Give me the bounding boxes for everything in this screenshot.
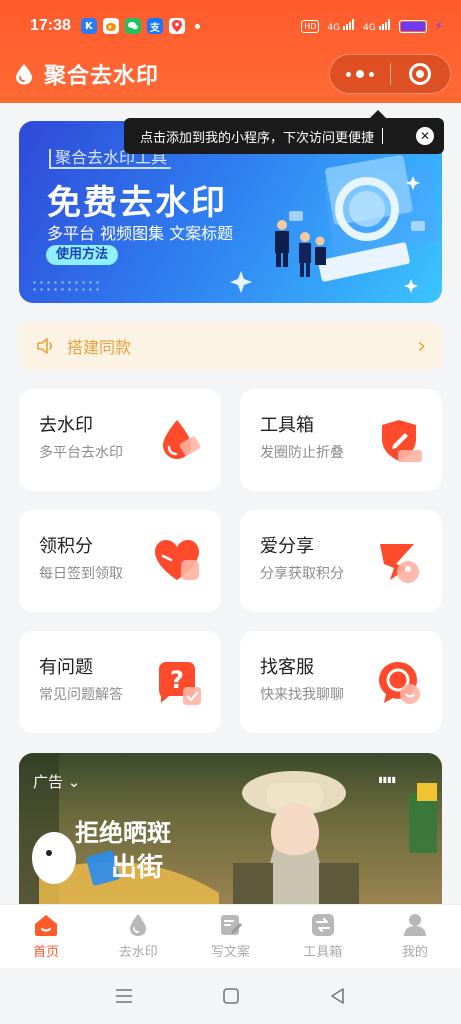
banner-description: 多平台 视频图集 文案标题 — [47, 224, 234, 243]
tab-remove-watermark[interactable]: 去水印 — [92, 905, 184, 968]
card-subtitle: 每日签到领取 — [39, 566, 123, 582]
app-bar: 聚合去水印 — [12, 52, 451, 96]
recents-button[interactable] — [115, 988, 133, 1004]
banner-headline: 免费去水印 — [47, 183, 227, 223]
watermark-drop-icon — [163, 420, 201, 459]
more-dots-icon — [345, 70, 374, 78]
alipay-icon: 支 — [146, 18, 163, 34]
speaker-icon — [37, 338, 52, 354]
card-remove-watermark[interactable]: 去水印 多平台去水印 — [19, 389, 221, 491]
ad-brand-logo: ▮▮▮▮ — [378, 775, 396, 784]
home-button[interactable] — [222, 987, 240, 1005]
card-love-share[interactable]: 爱分享 分享获取积分 — [240, 510, 442, 612]
card-title: 爱分享 — [260, 536, 314, 557]
card-faq[interactable]: 有问题 常见问题解答 ? — [19, 631, 221, 733]
profile-icon — [403, 914, 426, 936]
edit-icon — [220, 915, 242, 935]
card-get-points[interactable]: 领积分 每日签到领取 — [19, 510, 221, 612]
signal-4g-2: 4G — [363, 19, 391, 33]
card-subtitle: 多平台去水印 — [39, 445, 123, 461]
question-icon: ? — [159, 662, 201, 705]
tab-label: 写文案 — [211, 945, 251, 960]
drop-icon — [130, 914, 147, 936]
logo-drop-icon — [16, 64, 32, 85]
app-title: 聚合去水印 — [44, 64, 160, 89]
k-app-icon: K — [80, 18, 97, 34]
chevron-down-icon: ⌄ — [67, 773, 81, 791]
weibo-icon — [102, 18, 119, 34]
tooltip-text: 点击添加到我的小程序，下次访问更便捷 — [140, 130, 375, 146]
target-icon — [409, 63, 432, 85]
toolbox-shield-icon — [382, 420, 422, 462]
status-time: 17:38 — [30, 17, 71, 34]
customer-service-icon — [379, 662, 420, 704]
tab-toolbox[interactable]: 工具箱 — [277, 905, 369, 968]
tooltip-divider — [382, 128, 384, 144]
card-toolbox[interactable]: 工具箱 发圈防止折叠 — [240, 389, 442, 491]
back-triangle-icon — [330, 988, 344, 1004]
card-subtitle: 常见问题解答 — [39, 687, 123, 703]
system-navigation-bar — [0, 968, 461, 1024]
ad-label: 广告 ⌄ — [33, 771, 80, 792]
notification-dot-icon — [194, 23, 200, 29]
card-subtitle: 发圈防止折叠 — [260, 445, 344, 461]
add-to-my-programs-tooltip: 点击添加到我的小程序，下次访问更便捷 ✕ — [124, 110, 444, 154]
ad-label-text: 广告 — [33, 773, 64, 791]
ad-slogan-2: 出街 — [111, 853, 164, 883]
card-subtitle: 快来找我聊聊 — [260, 687, 344, 703]
share-icon — [380, 544, 419, 583]
tab-write-copy[interactable]: 写文案 — [184, 905, 276, 968]
signal-label-1: 4G — [327, 23, 341, 33]
signal-4g-1: 4G — [327, 19, 355, 33]
header: 17:38 K 支 HD 4G 4G ⚡ 聚合去水印 — [0, 0, 461, 103]
how-to-use-button[interactable]: 使用方法 — [46, 245, 119, 265]
hd-badge: HD — [301, 19, 320, 33]
chevron-right-icon: › — [417, 333, 426, 359]
card-title: 去水印 — [39, 415, 93, 436]
wechat-icon — [124, 18, 141, 34]
tab-label: 首页 — [33, 945, 60, 960]
ad-slogan-1: 拒绝晒斑 — [75, 818, 171, 847]
tab-label: 我的 — [401, 945, 428, 960]
menu-icon — [115, 989, 132, 1003]
build-same-notice-bar[interactable]: 搭建同款 › — [19, 322, 442, 370]
card-title: 找客服 — [260, 657, 314, 678]
battery-icon — [398, 19, 427, 33]
close-mini-program-button[interactable] — [391, 55, 451, 93]
tab-profile[interactable]: 我的 — [369, 905, 461, 968]
charging-icon: ⚡ — [434, 19, 443, 33]
tab-label: 去水印 — [118, 945, 158, 960]
back-button[interactable] — [329, 987, 347, 1005]
card-customer-service[interactable]: 找客服 快来找我聊聊 — [240, 631, 442, 733]
notice-text: 搭建同款 — [67, 338, 132, 357]
toolbox-icon — [311, 914, 334, 936]
card-subtitle: 分享获取积分 — [260, 566, 344, 582]
bottom-tab-bar: 首页 去水印 写文案 工具箱 我的 — [0, 904, 461, 968]
card-title: 领积分 — [39, 536, 93, 557]
card-title: 工具箱 — [260, 415, 314, 436]
dot-pattern — [31, 279, 101, 293]
square-home-icon — [222, 988, 239, 1004]
signal-label-2: 4G — [362, 23, 376, 33]
map-pin-icon — [168, 18, 185, 34]
status-bar: 17:38 K 支 HD 4G 4G ⚡ — [30, 14, 443, 38]
card-title: 有问题 — [39, 657, 93, 678]
tab-label: 工具箱 — [303, 945, 343, 960]
more-button[interactable] — [330, 55, 390, 93]
svg-text:?: ? — [170, 666, 184, 694]
heart-points-icon — [155, 540, 199, 580]
mini-program-capsule — [329, 54, 451, 94]
tab-home[interactable]: 首页 — [0, 905, 92, 968]
tooltip-close-button[interactable]: ✕ — [416, 127, 434, 145]
advertisement-banner[interactable]: 广告 ⌄ 拒绝晒斑 出街 ▮▮▮▮ — [19, 753, 442, 905]
home-icon — [35, 915, 58, 936]
